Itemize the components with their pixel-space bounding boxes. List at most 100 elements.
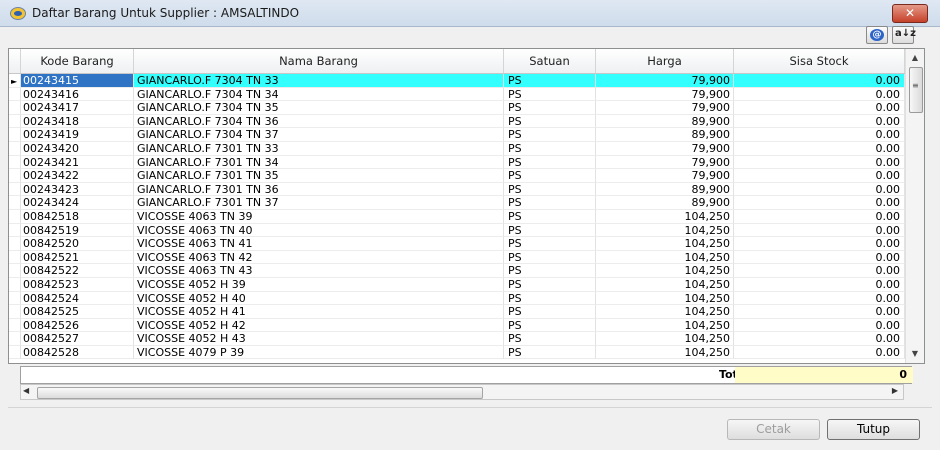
table-row[interactable]: 00842519 VICOSSE 4063 TN 40 PS 104,250 0.00 — [9, 223, 905, 238]
cell-nama-barang[interactable]: GIANCARLO.F 7304 TN 36 — [134, 114, 504, 129]
cell-sisa-stock[interactable]: 0.00 — [734, 87, 905, 102]
cell-kode-barang[interactable]: 00842526 — [21, 318, 134, 333]
table-row[interactable]: 00243419 GIANCARLO.F 7304 TN 37 PS 89,900 0.… — [9, 128, 905, 142]
cell-kode-barang[interactable]: 00243418 — [21, 114, 134, 129]
cell-sisa-stock[interactable]: 0.00 — [734, 223, 905, 238]
cell-sisa-stock[interactable]: 0.00 — [734, 182, 905, 197]
horizontal-scrollbar[interactable]: ◀ ▶ — [20, 384, 904, 400]
cell-kode-barang[interactable]: 00243422 — [21, 169, 134, 183]
cell-nama-barang[interactable]: VICOSSE 4063 TN 42 — [134, 250, 504, 265]
cell-nama-barang[interactable]: VICOSSE 4052 H 41 — [134, 305, 504, 319]
cell-sisa-stock[interactable]: 0.00 — [734, 74, 905, 88]
cell-sisa-stock[interactable]: 0.00 — [734, 277, 905, 292]
cell-satuan[interactable]: PS — [504, 305, 596, 319]
cell-harga[interactable]: 104,250 — [596, 305, 734, 319]
cell-kode-barang[interactable]: 00243419 — [21, 128, 134, 142]
cell-satuan[interactable]: PS — [504, 250, 596, 265]
cell-sisa-stock[interactable]: 0.00 — [734, 209, 905, 224]
cell-kode-barang[interactable]: 00243416 — [21, 87, 134, 102]
cell-satuan[interactable]: PS — [504, 196, 596, 210]
cell-nama-barang[interactable]: GIANCARLO.F 7304 TN 37 — [134, 128, 504, 142]
cell-harga[interactable]: 104,250 — [596, 332, 734, 346]
cell-kode-barang[interactable]: 00842520 — [21, 237, 134, 251]
cell-satuan[interactable]: PS — [504, 114, 596, 129]
cell-kode-barang[interactable]: 00842525 — [21, 305, 134, 319]
cell-harga[interactable]: 104,250 — [596, 209, 734, 224]
cell-harga[interactable]: 104,250 — [596, 345, 734, 360]
cell-harga[interactable]: 79,900 — [596, 155, 734, 170]
cell-kode-barang[interactable]: 00842522 — [21, 264, 134, 278]
cell-harga[interactable]: 104,250 — [596, 223, 734, 238]
cell-nama-barang[interactable]: VICOSSE 4063 TN 40 — [134, 223, 504, 238]
cell-satuan[interactable]: PS — [504, 87, 596, 102]
cell-satuan[interactable]: PS — [504, 345, 596, 360]
cell-satuan[interactable]: PS — [504, 291, 596, 306]
cell-nama-barang[interactable]: VICOSSE 4063 TN 43 — [134, 264, 504, 278]
cell-kode-barang[interactable]: 00243424 — [21, 196, 134, 210]
help-button[interactable]: @ — [866, 26, 888, 44]
table-row[interactable]: 00243422 GIANCARLO.F 7301 TN 35 PS 79,900 0.… — [9, 169, 905, 183]
cell-harga[interactable]: 89,900 — [596, 196, 734, 210]
cell-satuan[interactable]: PS — [504, 277, 596, 292]
table-row[interactable]: 00842527 VICOSSE 4052 H 43 PS 104,250 0.00 — [9, 332, 905, 346]
vertical-scroll-thumb[interactable]: ≡ — [909, 67, 923, 113]
cell-nama-barang[interactable]: GIANCARLO.F 7301 TN 34 — [134, 155, 504, 170]
cell-kode-barang[interactable]: 00243417 — [21, 101, 134, 115]
cell-kode-barang[interactable]: 00243423 — [21, 182, 134, 197]
table-row[interactable]: 00243416 GIANCARLO.F 7304 TN 34 PS 79,900 0.… — [9, 87, 905, 102]
cell-satuan[interactable]: PS — [504, 101, 596, 115]
cell-harga[interactable]: 104,250 — [596, 250, 734, 265]
table-row[interactable]: 00842518 VICOSSE 4063 TN 39 PS 104,250 0.00 — [9, 209, 905, 224]
cell-sisa-stock[interactable]: 0.00 — [734, 250, 905, 265]
table-row[interactable]: 00243421 GIANCARLO.F 7301 TN 34 PS 79,900 0.… — [9, 155, 905, 170]
scroll-left-arrow-icon[interactable]: ◀ — [23, 386, 29, 395]
cell-harga[interactable]: 79,900 — [596, 101, 734, 115]
cell-sisa-stock[interactable]: 0.00 — [734, 318, 905, 333]
table-row[interactable]: 00243418 GIANCARLO.F 7304 TN 36 PS 89,900 0.… — [9, 114, 905, 129]
cell-harga[interactable]: 104,250 — [596, 277, 734, 292]
cell-harga[interactable]: 89,900 — [596, 128, 734, 142]
close-button[interactable]: ✕ — [892, 4, 928, 23]
tutup-button[interactable]: Tutup — [827, 419, 920, 440]
table-row[interactable]: 00842523 VICOSSE 4052 H 39 PS 104,250 0.00 — [9, 277, 905, 292]
cell-kode-barang[interactable]: 00842521 — [21, 250, 134, 265]
cell-nama-barang[interactable]: GIANCARLO.F 7301 TN 37 — [134, 196, 504, 210]
cell-harga[interactable]: 79,900 — [596, 74, 734, 88]
cell-satuan[interactable]: PS — [504, 74, 596, 88]
cell-nama-barang[interactable]: GIANCARLO.F 7301 TN 35 — [134, 169, 504, 183]
cell-sisa-stock[interactable]: 0.00 — [734, 264, 905, 278]
cell-harga[interactable]: 104,250 — [596, 318, 734, 333]
cell-sisa-stock[interactable]: 0.00 — [734, 128, 905, 142]
cell-sisa-stock[interactable]: 0.00 — [734, 291, 905, 306]
scroll-right-arrow-icon[interactable]: ▶ — [892, 386, 898, 395]
cell-kode-barang[interactable]: 00842523 — [21, 277, 134, 292]
table-row[interactable]: 00243423 GIANCARLO.F 7301 TN 36 PS 89,900 0.… — [9, 182, 905, 197]
cell-kode-barang[interactable]: 00842519 — [21, 223, 134, 238]
cell-harga[interactable]: 104,250 — [596, 264, 734, 278]
cell-harga[interactable]: 79,900 — [596, 141, 734, 156]
cell-nama-barang[interactable]: VICOSSE 4063 TN 39 — [134, 209, 504, 224]
cell-sisa-stock[interactable]: 0.00 — [734, 169, 905, 183]
cell-satuan[interactable]: PS — [504, 155, 596, 170]
cell-nama-barang[interactable]: VICOSSE 4052 H 42 — [134, 318, 504, 333]
cell-sisa-stock[interactable]: 0.00 — [734, 237, 905, 251]
cell-nama-barang[interactable]: GIANCARLO.F 7304 TN 33 — [134, 74, 504, 88]
cell-kode-barang[interactable]: 00842528 — [21, 345, 134, 360]
cell-harga[interactable]: 89,900 — [596, 182, 734, 197]
cell-kode-barang[interactable]: 00243420 — [21, 141, 134, 156]
column-header-harga[interactable]: Harga — [596, 49, 734, 73]
scroll-down-arrow-icon[interactable]: ▼ — [906, 349, 924, 363]
cell-satuan[interactable]: PS — [504, 223, 596, 238]
cell-sisa-stock[interactable]: 0.00 — [734, 101, 905, 115]
horizontal-scroll-thumb[interactable] — [37, 387, 483, 399]
cell-nama-barang[interactable]: GIANCARLO.F 7301 TN 33 — [134, 141, 504, 156]
table-row[interactable]: 00842528 VICOSSE 4079 P 39 PS 104,250 0.00 — [9, 345, 905, 360]
table-row[interactable]: 00243420 GIANCARLO.F 7301 TN 33 PS 79,900 0.… — [9, 141, 905, 156]
cell-satuan[interactable]: PS — [504, 169, 596, 183]
table-row[interactable]: 00842520 VICOSSE 4063 TN 41 PS 104,250 0.00 — [9, 237, 905, 251]
column-header-kode[interactable]: Kode Barang — [21, 49, 134, 73]
cell-nama-barang[interactable]: VICOSSE 4063 TN 41 — [134, 237, 504, 251]
cell-satuan[interactable]: PS — [504, 264, 596, 278]
cell-kode-barang[interactable]: 00842527 — [21, 332, 134, 346]
cell-kode-barang[interactable]: 00842524 — [21, 291, 134, 306]
